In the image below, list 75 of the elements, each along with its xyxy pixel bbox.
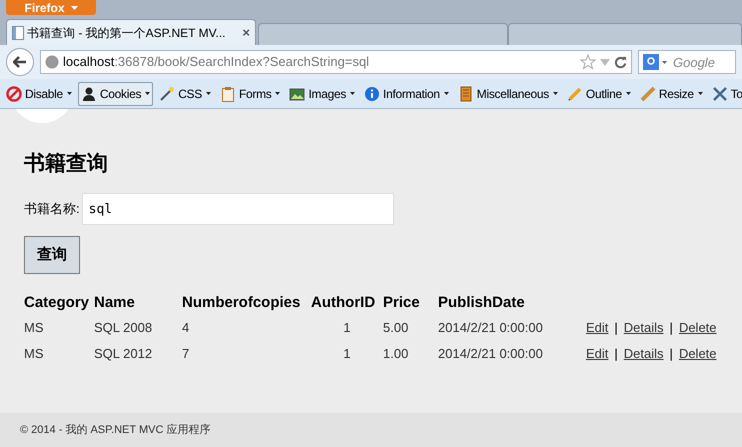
address-bar[interactable]: localhost:36878/book/SearchIndex?SearchString=sql (40, 50, 632, 74)
caret-icon (552, 92, 558, 95)
column-header: Name (94, 294, 135, 311)
info-icon (364, 86, 380, 102)
separator-text: | (614, 346, 618, 361)
table-cell: 2014/2/21 0:00:00 (438, 320, 543, 335)
toolbar-button[interactable]: Images (286, 82, 358, 106)
toolbar-button[interactable]: Information (361, 82, 452, 106)
table-cell: SQL 2012 (94, 346, 152, 361)
back-arrow-icon (13, 56, 27, 68)
separator-text: | (670, 320, 673, 335)
action-link[interactable]: Delete (678, 320, 717, 335)
toolbar-button[interactable]: Forms (216, 82, 284, 106)
table-cell: 4 (182, 320, 190, 335)
toolbar-button[interactable]: To (708, 82, 742, 106)
book-icon (458, 86, 474, 102)
field-label: 书籍名称: (24, 200, 80, 218)
action-link[interactable]: Edit (586, 346, 608, 361)
toolbar-button[interactable]: Resize (636, 82, 706, 106)
table-cell: 1 (343, 346, 351, 361)
table-cell: 1.00 (383, 346, 408, 361)
toolbar-button[interactable]: Disable (3, 82, 75, 106)
page-icon (12, 26, 24, 40)
column-header: Numberofcopies (182, 294, 300, 311)
table-cell: 7 (182, 346, 190, 361)
footer-text: © 2014 - 我的 ASP.NET MVC 应用程序 (20, 422, 210, 438)
caret-icon (662, 61, 667, 64)
close-button[interactable]: × (242, 22, 250, 42)
back-button[interactable] (6, 48, 34, 76)
person-icon (80, 86, 97, 102)
table-cell: 5.00 (383, 320, 408, 335)
page-heading: 书籍查询 (24, 149, 109, 177)
caret-icon (626, 92, 631, 95)
toolbar-button[interactable]: Cookies (78, 82, 154, 106)
dropdown-icon[interactable] (600, 58, 610, 66)
prohibited-icon (6, 86, 22, 102)
star-icon[interactable] (580, 54, 596, 70)
clipboard-icon (220, 86, 236, 102)
separator-text: | (614, 320, 618, 335)
pencil-icon (566, 86, 583, 102)
browser-tab[interactable]: 书籍查询 - 我的第一个ASP.NET MV... × (6, 19, 256, 45)
separator-text: | (670, 346, 673, 361)
toolbar-button[interactable]: Outline (564, 82, 634, 106)
caret-icon (698, 92, 703, 95)
toolbar-button[interactable]: CSS (156, 82, 214, 106)
action-link[interactable]: Edit (586, 320, 608, 335)
table-cell: MS (24, 346, 44, 361)
caret-icon (275, 92, 280, 95)
column-header: Price (383, 294, 420, 311)
column-header: PublishDate (438, 294, 525, 311)
reload-icon[interactable] (614, 56, 627, 68)
image-icon (289, 86, 306, 102)
column-header: AuthorID (311, 294, 376, 311)
wand-icon (159, 86, 176, 102)
caret-icon (350, 92, 356, 95)
toolbar-button[interactable]: Miscellaneous (454, 82, 561, 106)
search-button[interactable]: 查询 (24, 236, 80, 274)
tools-icon (712, 86, 728, 102)
table-cell: 1 (343, 320, 351, 335)
url-text: localhost:36878/book/SearchIndex?SearchString=sql (63, 53, 370, 72)
ruler-icon (640, 86, 656, 102)
search-input[interactable]: sql (82, 193, 394, 225)
caret-icon (70, 6, 78, 10)
table-cell: 2014/2/21 0:00:00 (438, 346, 543, 361)
caret-icon (145, 92, 150, 95)
caret-icon (206, 92, 211, 95)
column-header: Category (24, 294, 90, 311)
action-link[interactable]: Details (624, 346, 664, 361)
action-link[interactable]: Delete (678, 346, 717, 361)
caret-icon (66, 92, 72, 95)
tab-title: 书籍查询 - 我的第一个ASP.NET MV... (27, 24, 226, 42)
table-cell: SQL 2008 (94, 320, 152, 335)
table-cell: MS (24, 320, 44, 335)
action-link[interactable]: Details (624, 320, 664, 335)
caret-icon (444, 92, 449, 95)
